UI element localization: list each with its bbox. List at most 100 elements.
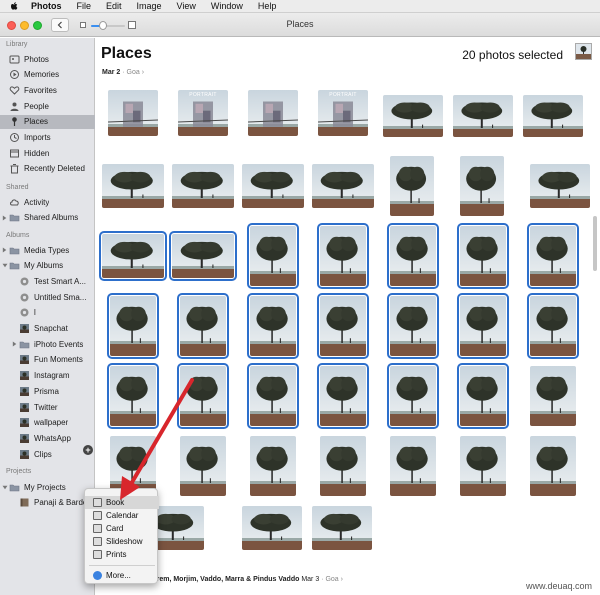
photo-thumbnail[interactable] bbox=[530, 164, 590, 208]
photo-thumbnail[interactable] bbox=[460, 436, 506, 496]
photo-thumbnail[interactable] bbox=[530, 436, 576, 496]
sidebar-item-recently-deleted[interactable]: Recently Deleted bbox=[0, 162, 95, 176]
photo-thumbnail[interactable] bbox=[110, 436, 156, 496]
disclosure-closed-icon[interactable] bbox=[0, 247, 9, 253]
sidebar-item-prisma[interactable]: Prisma bbox=[0, 384, 95, 398]
breadcrumb-place[interactable]: Goa bbox=[127, 69, 140, 76]
sidebar-item-places[interactable]: Places bbox=[0, 114, 95, 129]
photo-thumbnail[interactable] bbox=[460, 156, 504, 216]
photo-thumbnail[interactable] bbox=[453, 95, 513, 137]
sidebar-item-wallpaper[interactable]: wallpaper bbox=[0, 416, 95, 430]
sidebar-item-label: Prisma bbox=[34, 386, 59, 396]
menu-app-photos[interactable]: Photos bbox=[31, 1, 62, 11]
menu-file[interactable]: File bbox=[77, 1, 92, 11]
disclosure-closed-icon[interactable] bbox=[10, 341, 19, 347]
sidebar-item-panaji-bardez[interactable]: Panaji & Bardez bbox=[0, 496, 95, 510]
sidebar-item-my-projects[interactable]: My Projects bbox=[0, 480, 95, 494]
sidebar-item-people[interactable]: People bbox=[0, 99, 95, 113]
sidebar-item-l[interactable]: l bbox=[0, 306, 95, 320]
photo-thumbnail[interactable] bbox=[99, 231, 167, 281]
photo-thumbnail[interactable] bbox=[180, 436, 226, 496]
menu-item-book[interactable]: Book bbox=[85, 496, 159, 509]
photo-thumbnail[interactable] bbox=[390, 436, 436, 496]
menu-window[interactable]: Window bbox=[211, 1, 243, 11]
sidebar-item-instagram[interactable]: Instagram bbox=[0, 369, 95, 383]
add-project-button[interactable]: + bbox=[83, 445, 93, 455]
sidebar-item-clips[interactable]: Clips bbox=[0, 447, 95, 461]
photo-thumbnail[interactable] bbox=[177, 293, 229, 359]
photo-thumbnail[interactable] bbox=[317, 293, 369, 359]
photo-thumbnail[interactable] bbox=[527, 293, 579, 359]
disclosure-open-icon[interactable] bbox=[0, 263, 9, 268]
menu-item-prints[interactable]: Prints bbox=[85, 548, 159, 561]
photo-thumbnail[interactable] bbox=[317, 363, 369, 429]
photo-thumbnail[interactable] bbox=[247, 293, 299, 359]
scrollbar-thumb[interactable] bbox=[593, 216, 597, 271]
photo-thumbnail[interactable] bbox=[387, 293, 439, 359]
photo-thumbnail[interactable] bbox=[250, 436, 296, 496]
photo-thumbnail[interactable] bbox=[383, 95, 443, 137]
photo-thumbnail[interactable] bbox=[247, 363, 299, 429]
photo-thumbnail[interactable] bbox=[108, 90, 158, 136]
sidebar-item-shared-albums[interactable]: Shared Albums bbox=[0, 211, 95, 225]
photo-thumbnail[interactable] bbox=[102, 164, 164, 208]
disclosure-open-icon[interactable] bbox=[0, 485, 9, 490]
menu-item-card[interactable]: Card bbox=[85, 522, 159, 535]
photo-thumbnail[interactable]: PORTRAIT bbox=[318, 90, 368, 136]
footer-place[interactable]: Goa bbox=[325, 576, 338, 583]
photo-thumbnail[interactable] bbox=[242, 506, 302, 550]
photo-thumbnail[interactable] bbox=[387, 363, 439, 429]
photo-thumbnail[interactable] bbox=[457, 223, 509, 289]
sidebar-item-favorites[interactable]: Favorites bbox=[0, 83, 95, 97]
sidebar-item-memories[interactable]: Memories bbox=[0, 68, 95, 82]
photo-thumbnail[interactable]: PORTRAIT bbox=[178, 90, 228, 136]
book-icon bbox=[93, 498, 102, 507]
photo-thumbnail[interactable] bbox=[312, 164, 374, 208]
menu-item-more[interactable]: More... bbox=[85, 569, 159, 582]
photo-thumbnail[interactable] bbox=[169, 231, 237, 281]
photo-thumbnail[interactable] bbox=[457, 293, 509, 359]
sidebar-item-label: wallpaper bbox=[34, 418, 69, 428]
sidebar-item-activity[interactable]: Activity bbox=[0, 195, 95, 209]
photo-thumbnail[interactable] bbox=[242, 164, 304, 208]
photo-thumbnail[interactable] bbox=[530, 366, 576, 426]
sidebar-item-hidden[interactable]: Hidden bbox=[0, 146, 95, 160]
sidebar-item-iphoto-events[interactable]: iPhoto Events bbox=[0, 337, 95, 351]
sidebar-item-imports[interactable]: Imports bbox=[0, 131, 95, 145]
sidebar-item-media-types[interactable]: Media Types bbox=[0, 243, 95, 257]
clock-icon bbox=[9, 132, 20, 143]
photo-thumbnail[interactable] bbox=[527, 223, 579, 289]
photo-thumbnail[interactable] bbox=[320, 436, 366, 496]
sidebar-item-test-smart-a[interactable]: Test Smart A... bbox=[0, 274, 95, 288]
sidebar-item-twitter[interactable]: Twitter bbox=[0, 400, 95, 414]
sidebar-item-label: Activity bbox=[24, 197, 50, 207]
photo-thumbnail[interactable] bbox=[523, 95, 583, 137]
photo-thumbnail[interactable] bbox=[312, 506, 372, 550]
photo-thumbnail[interactable] bbox=[172, 164, 234, 208]
sidebar-item-my-albums[interactable]: My Albums bbox=[0, 259, 95, 273]
apple-icon[interactable] bbox=[9, 1, 19, 11]
breadcrumb[interactable]: Mar 2 · Goa › bbox=[102, 69, 144, 76]
menu-image[interactable]: Image bbox=[137, 1, 162, 11]
photo-thumbnail[interactable] bbox=[248, 90, 298, 136]
menu-item-calendar[interactable]: Calendar bbox=[85, 509, 159, 522]
photo-thumbnail[interactable] bbox=[177, 363, 229, 429]
menu-help[interactable]: Help bbox=[258, 1, 277, 11]
footer-date: Mar 3 bbox=[301, 576, 320, 583]
photo-thumbnail[interactable] bbox=[107, 293, 159, 359]
menu-edit[interactable]: Edit bbox=[106, 1, 122, 11]
menu-view[interactable]: View bbox=[177, 1, 196, 11]
sidebar-item-whatsapp[interactable]: WhatsApp bbox=[0, 431, 95, 445]
sidebar-item-photos[interactable]: Photos bbox=[0, 52, 95, 66]
photo-thumbnail[interactable] bbox=[247, 223, 299, 289]
sidebar-item-fun-moments[interactable]: Fun Moments bbox=[0, 353, 95, 367]
photo-thumbnail[interactable] bbox=[107, 363, 159, 429]
photo-thumbnail[interactable] bbox=[387, 223, 439, 289]
photo-thumbnail[interactable] bbox=[317, 223, 369, 289]
photo-thumbnail[interactable] bbox=[457, 363, 509, 429]
photo-thumbnail[interactable] bbox=[390, 156, 434, 216]
sidebar-item-untitled-sma[interactable]: Untitled Sma... bbox=[0, 290, 95, 304]
menu-item-slideshow[interactable]: Slideshow bbox=[85, 535, 159, 548]
sidebar-item-snapchat[interactable]: Snapchat bbox=[0, 322, 95, 336]
disclosure-closed-icon[interactable] bbox=[0, 215, 9, 221]
